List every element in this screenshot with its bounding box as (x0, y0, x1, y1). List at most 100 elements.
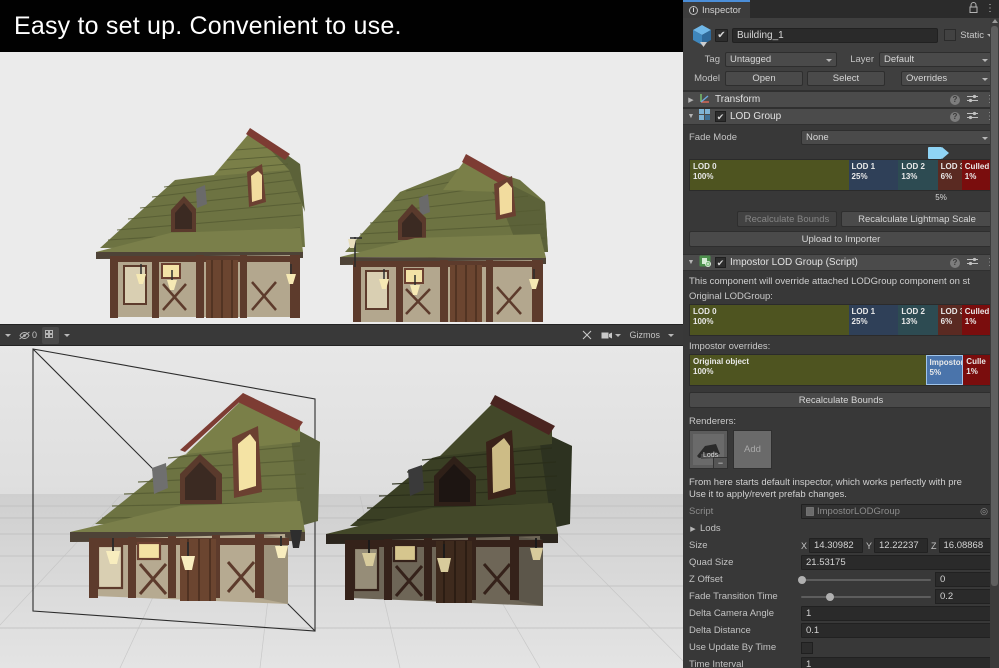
lod-segment-1[interactable]: LOD 125% (849, 160, 899, 190)
model-open-button[interactable]: Open (725, 71, 803, 86)
upload-to-importer-button[interactable]: Upload to Importer (689, 231, 993, 247)
property-input[interactable]: 0.1 (801, 623, 993, 638)
overrides-dropdown[interactable]: Overrides (901, 71, 993, 86)
slider-value-input[interactable]: 0 (935, 572, 993, 587)
tag-dropdown[interactable]: Untagged (725, 52, 837, 67)
object-name-input[interactable]: Building_1 (732, 28, 938, 43)
gizmos-dropdown[interactable] (665, 327, 677, 344)
property-label: Delta Camera Angle (689, 608, 801, 619)
lod-segment-0[interactable]: LOD 0100% (690, 160, 849, 190)
help-icon[interactable]: ? (950, 258, 960, 268)
effects-icon (582, 330, 593, 341)
axis-input[interactable]: 16.08868 (939, 538, 994, 553)
model-select-button[interactable]: Select (807, 71, 885, 86)
hidden-objects-toggle[interactable]: 0 (16, 327, 40, 344)
transform-component-header[interactable]: ▶ Transform ? (683, 91, 999, 108)
lod-bar-impostor[interactable]: Original object100%Impostor 05%Culle1% (689, 354, 993, 386)
fade-mode-dropdown[interactable]: None (801, 130, 993, 145)
scene-view-options-dropdown[interactable] (2, 327, 14, 344)
object-enabled-checkbox[interactable]: ✔ (715, 29, 728, 42)
lod-segment-name: Original object (693, 357, 749, 366)
vector3-axis-z: Z16.08868 (931, 538, 993, 553)
lod-camera-percent: 5% (935, 193, 947, 202)
axis-input[interactable]: 12.22237 (874, 538, 928, 553)
scene-viewport[interactable] (0, 346, 683, 668)
static-checkbox[interactable] (944, 29, 956, 41)
inspector-scrollbar[interactable] (990, 18, 999, 668)
lod-bar-original[interactable]: LOD 0100%LOD 125%LOD 213%LOD 36%Culled1% (689, 304, 993, 336)
lod-segment-1[interactable]: LOD 125% (849, 305, 899, 335)
impostor-lod-group-component-header[interactable]: ▼ ✔ Impostor LOD Group (Script) ? (683, 254, 999, 271)
property-input[interactable]: 21.53175 (801, 555, 993, 570)
lod-segment-2[interactable]: Culle1% (963, 355, 992, 385)
lods-label: Lods (700, 523, 721, 534)
property-row: SizeX14.30982Y12.22237Z16.08868 (689, 538, 993, 553)
preset-icon[interactable] (967, 111, 978, 123)
scene-visibility-dropdown[interactable] (61, 327, 73, 344)
vector3-axis-y: Y12.22237 (866, 538, 928, 553)
lod-segment-0[interactable]: LOD 0100% (690, 305, 849, 335)
preset-icon[interactable] (967, 94, 978, 106)
tab-inspector[interactable]: i Inspector (683, 0, 750, 18)
property-checkbox[interactable] (801, 642, 813, 654)
impostor-lod-group-body: This component will override attached LO… (683, 271, 999, 668)
lod-recalculate-lightmap-button[interactable]: Recalculate Lightmap Scale (841, 211, 993, 227)
property-label: Use Update By Time (689, 642, 801, 653)
scene-camera-button[interactable] (598, 327, 624, 344)
lods-foldout-row[interactable]: ▶ Lods (689, 521, 993, 536)
lock-icon[interactable] (969, 2, 978, 16)
slider-track[interactable] (801, 579, 931, 581)
lod-segment-4[interactable]: Culled1% (962, 160, 992, 190)
gizmos-button[interactable]: Gizmos (626, 327, 663, 344)
slider-knob[interactable] (798, 576, 806, 584)
object-picker-icon[interactable]: ◎ (980, 505, 988, 518)
axis-input[interactable]: 14.30982 (809, 538, 863, 553)
slider[interactable]: 0.2 (801, 589, 993, 604)
add-renderer-button[interactable]: Add (733, 430, 772, 469)
renderer-thumbnail[interactable]: Lods − (689, 430, 728, 469)
scene-toolbar[interactable]: 0 (0, 324, 683, 346)
impostor-recalculate-bounds-button[interactable]: Recalculate Bounds (689, 392, 993, 408)
slider-track[interactable] (801, 596, 931, 598)
property-input[interactable]: 1 (801, 657, 993, 668)
preview-viewport[interactable] (0, 52, 683, 324)
scene-visibility-button[interactable] (42, 327, 59, 344)
foldout-arrow-collapsed-icon[interactable]: ▶ (687, 96, 695, 104)
lod-segment-4[interactable]: Culled1% (962, 305, 992, 335)
lod-group-body: Fade Mode None LOD 0100%LOD 125%LOD 213%… (683, 125, 999, 250)
lod-segment-3[interactable]: LOD 36% (938, 160, 962, 190)
lod-segment-percent: 1% (966, 367, 978, 376)
lod-segment-1[interactable]: Impostor 05% (926, 355, 964, 385)
foldout-arrow-expanded-icon[interactable]: ▼ (687, 259, 695, 266)
lod-segment-2[interactable]: LOD 213% (898, 305, 937, 335)
lod-bar-container[interactable]: LOD 0100%LOD 125%LOD 213%LOD 36%Culled1%… (689, 159, 993, 191)
slider[interactable]: 0 (801, 572, 993, 587)
lod-segment-0[interactable]: Original object100% (690, 355, 926, 385)
help-icon[interactable]: ? (950, 95, 960, 105)
scroll-up-arrow-icon[interactable] (992, 19, 998, 23)
scene-effects-button[interactable] (579, 327, 596, 344)
lod-segment-2[interactable]: LOD 213% (898, 160, 937, 190)
foldout-arrow-collapsed-icon[interactable]: ▶ (689, 525, 697, 533)
lod-recalculate-bounds-button: Recalculate Bounds (737, 211, 837, 227)
axis-label: Y (866, 541, 872, 551)
lod-segment-3[interactable]: LOD 36% (938, 305, 962, 335)
layer-value: Default (884, 54, 914, 65)
slider-knob[interactable] (826, 593, 834, 601)
static-dropdown[interactable]: Static (960, 30, 993, 41)
lod-group-enabled-checkbox[interactable]: ✔ (715, 111, 726, 122)
lod-group-component-header[interactable]: ▼ ✔ LOD Group ? (683, 108, 999, 125)
impostor-lod-group-enabled-checkbox[interactable]: ✔ (715, 257, 726, 268)
foldout-arrow-expanded-icon[interactable]: ▼ (687, 113, 695, 120)
remove-renderer-button[interactable]: − (713, 457, 728, 469)
lod-camera-marker-icon[interactable] (928, 147, 950, 159)
slider-value-input[interactable]: 0.2 (935, 589, 993, 604)
lod-segment-name: LOD 1 (852, 307, 876, 316)
inspector-menu-icon[interactable]: ⋮ (985, 5, 995, 13)
lod-bar-main[interactable]: LOD 0100%LOD 125%LOD 213%LOD 36%Culled1% (689, 159, 993, 191)
property-input[interactable]: 1 (801, 606, 993, 621)
layer-dropdown[interactable]: Default (879, 52, 993, 67)
preset-icon[interactable] (967, 257, 978, 269)
scrollbar-thumb[interactable] (991, 26, 998, 586)
help-icon[interactable]: ? (950, 112, 960, 122)
